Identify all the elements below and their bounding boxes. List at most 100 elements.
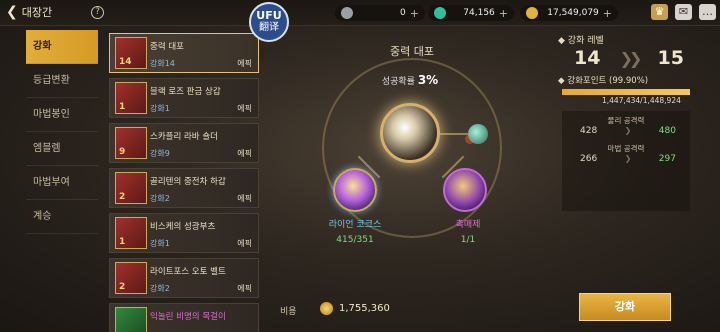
item-grade: 강화1: [150, 104, 170, 113]
menu-enhance[interactable]: 강화: [26, 30, 98, 64]
help-icon[interactable]: ?: [91, 6, 104, 19]
physical-attack-label: 물리 공격력: [607, 116, 645, 125]
logo-top-text: UFU: [256, 9, 282, 22]
item-card[interactable]: 1 블랙 로즈 판금 상갑 강화1 에픽: [109, 78, 259, 118]
physical-attack-row: 428 ❯ 480: [580, 126, 676, 136]
item-thumbnail: 14: [115, 37, 147, 69]
item-name: 익놀린 비명의 목걸이: [150, 312, 226, 322]
green-gem-icon: [468, 124, 488, 144]
item-grade: 강화2: [150, 194, 170, 203]
enhance-point-bar: [562, 89, 690, 95]
connector-horizontal: [440, 133, 468, 135]
item-thumbnail: 2: [115, 172, 147, 204]
mail-icon[interactable]: ✉: [675, 4, 692, 20]
enhance-button[interactable]: 강화: [579, 293, 671, 321]
currency-crystal-value: 74,156: [463, 8, 495, 18]
item-thumbnail: 2: [115, 262, 147, 294]
stat-panel: 물리 공격력 428 ❯ 480 마법 공격력 266 ❯ 297: [562, 111, 690, 211]
item-card[interactable]: 1 비스케의 성광부츠 강화1 에픽: [109, 213, 259, 253]
magic-attack-row: 266 ❯ 297: [580, 154, 676, 164]
item-grade: 강화1: [150, 239, 170, 248]
screen-title: 대장간: [21, 6, 53, 19]
enhance-point-fill: [562, 89, 690, 95]
item-level: 2: [119, 282, 126, 292]
side-menu: 강화 등급변환 마법봉인 엠블렘 마법부여 계승: [26, 30, 98, 234]
item-name: 스카플리 라바 숄더: [150, 132, 218, 142]
back-button[interactable]: ❮ 대장간: [6, 4, 52, 20]
currency-gold-value: 17,549,079: [547, 8, 599, 18]
selected-item-title: 중력 대포: [390, 45, 434, 58]
item-level: 9: [119, 147, 126, 157]
translator-logo: UFU 翻译: [249, 2, 289, 42]
currency-crystal: 74,156 +: [428, 5, 514, 21]
success-rate-value: 3%: [417, 73, 439, 87]
crystal-icon: [434, 7, 446, 19]
gold-coin-icon: [320, 302, 333, 315]
magic-attack-to: 297: [658, 154, 676, 164]
material-lion-coke[interactable]: [333, 168, 377, 212]
back-arrow-icon: ❮: [6, 4, 18, 20]
item-level: 14: [119, 57, 132, 67]
material-2-count: 1/1: [460, 235, 476, 245]
item-rarity: 에픽: [237, 239, 252, 248]
material-1-count: 415/351: [336, 235, 374, 245]
success-rate-label: 성공확률: [381, 77, 415, 87]
menu-emblem[interactable]: 엠블렘: [26, 132, 98, 166]
chat-icon[interactable]: …: [699, 4, 716, 20]
crown-icon[interactable]: ♛: [651, 4, 668, 20]
item-thumbnail: 1: [115, 217, 147, 249]
item-name: 블랙 로즈 판금 상갑: [150, 87, 221, 97]
item-rarity: 에픽: [237, 149, 252, 158]
material-2-name: 촉매제: [455, 220, 481, 230]
enhance-point-text: 1,447,434/1,448,924: [602, 96, 681, 105]
item-name: 골리텐의 중전차 하갑: [150, 177, 226, 187]
item-thumbnail: 9: [115, 127, 147, 159]
item-level: 2: [119, 192, 126, 202]
enhance-level-label: 강화 레벨: [567, 36, 604, 46]
item-card[interactable]: 2 라이트포스 오토 벨트 강화2 에픽: [109, 258, 259, 298]
menu-inherit[interactable]: 계승: [26, 200, 98, 234]
enhance-point-title: ◆ 강화포인트 (99.90%): [558, 74, 648, 86]
item-card[interactable]: 2 골리텐의 중전차 하갑 강화2 에픽: [109, 168, 259, 208]
item-name: 비스케의 성광부츠: [150, 222, 216, 232]
success-rate: 성공확률 3%: [360, 73, 460, 87]
menu-magic-seal[interactable]: 마법봉인: [26, 98, 98, 132]
menu-enchant[interactable]: 마법부여: [26, 166, 98, 200]
item-list: 14 중력 대포 강화14 에픽 1 블랙 로즈 판금 상갑 강화1 에픽 9 …: [109, 33, 259, 332]
material-catalyst[interactable]: [443, 168, 487, 212]
magic-attack-from: 266: [580, 154, 598, 164]
logo-bottom-text: 翻译: [259, 22, 279, 33]
level-to: 15: [657, 47, 684, 69]
arrow-right-icon: ❯: [624, 154, 632, 163]
add-gold-button[interactable]: +: [603, 7, 612, 20]
diamond-icon: ◆: [558, 76, 568, 86]
arrow-right-icon: ❯: [624, 126, 632, 135]
add-c-button[interactable]: +: [410, 7, 419, 20]
level-change: 14 ❯❯ 15: [574, 47, 684, 69]
item-name: 중력 대포: [150, 42, 184, 52]
add-crystal-button[interactable]: +: [499, 7, 508, 20]
currency-c-value: 0: [400, 8, 406, 18]
double-arrow-icon: ❯❯: [619, 48, 643, 68]
diamond-icon: ◆: [558, 36, 568, 46]
c-coin-icon: [341, 7, 353, 19]
item-card[interactable]: 9 스카플리 라바 숄더 강화9 에픽: [109, 123, 259, 163]
item-thumbnail: [115, 307, 147, 332]
level-from: 14: [574, 47, 601, 69]
item-grade: 강화14: [150, 59, 175, 68]
item-name: 라이트포스 오토 벨트: [150, 267, 226, 277]
cost-value: 1,755,360: [339, 303, 390, 314]
item-level: 1: [119, 102, 126, 112]
enhance-level-title: ◆ 강화 레벨: [558, 33, 688, 46]
magic-attack-label: 마법 공격력: [607, 144, 645, 153]
item-rarity: 에픽: [237, 59, 252, 68]
enhance-info-panel: ◆ 강화 레벨 14 ❯❯ 15 ◆ 강화포인트 (99.90%) 1,447,…: [558, 33, 690, 211]
top-bar: ❮ 대장간 ? 0 + 74,156 + 17,549,079 + ♛ ✉ …: [0, 0, 720, 26]
top-icons: ♛ ✉ …: [651, 4, 716, 20]
menu-grade-convert[interactable]: 등급변환: [26, 64, 98, 98]
item-card[interactable]: 14 중력 대포 강화14 에픽: [109, 33, 259, 73]
item-card[interactable]: 익놀린 비명의 목걸이: [109, 303, 259, 332]
item-rarity: 에픽: [237, 104, 252, 113]
item-grade: 강화9: [150, 149, 170, 158]
cost-label: 비용: [280, 307, 297, 317]
